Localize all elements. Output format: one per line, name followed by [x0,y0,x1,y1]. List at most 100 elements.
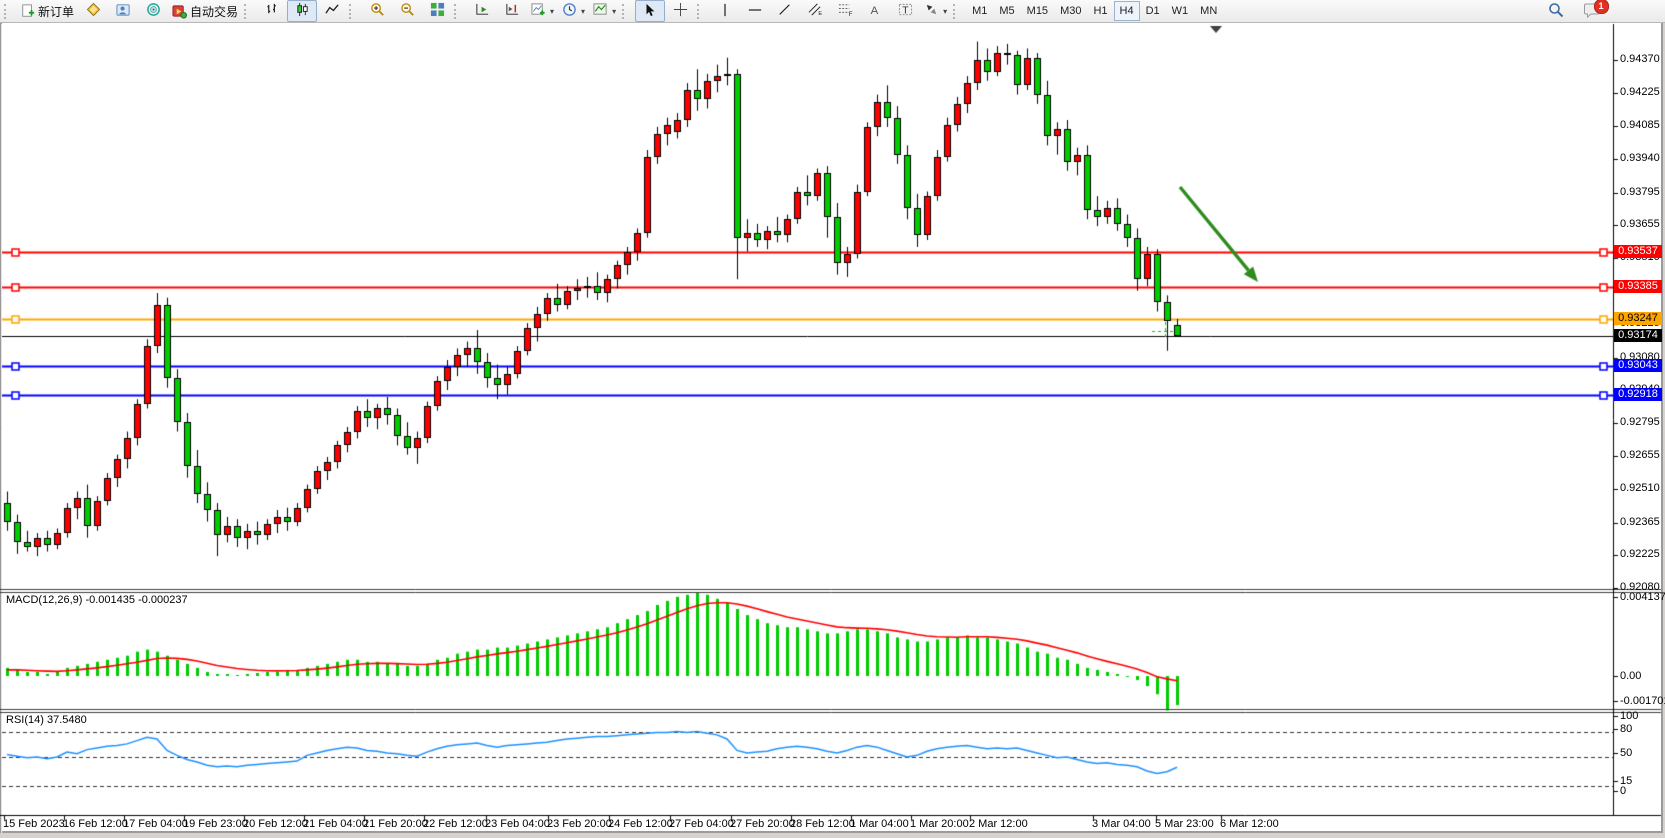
price-tag: 0.92918 [1614,388,1662,401]
price-tag: 0.93043 [1614,359,1662,372]
tf-button-M30[interactable]: M30 [1054,1,1087,21]
time-axis-label: 27 Feb 04:00 [669,818,734,830]
time-axis-label: 1 Mar 20:00 [910,818,969,830]
crosshair-button[interactable] [665,0,695,22]
tf-button-M1[interactable]: M1 [966,1,993,21]
dropdown-arrow-icon: ▾ [943,7,947,16]
tf-button-M5[interactable]: M5 [993,1,1020,21]
svg-text:T: T [902,5,909,16]
auto-scroll-button[interactable] [467,0,497,22]
templates-button[interactable]: ▾ [589,0,620,22]
horizontal-line-icon [748,3,762,20]
arrows-icon [924,2,939,20]
zoom-out-icon [400,2,415,20]
zoom-out-button[interactable] [392,0,422,22]
horizontal-line-button[interactable] [740,0,770,22]
price-axis-label: 0.93940 [1620,152,1660,164]
candlestick-chart-button[interactable] [287,0,317,22]
auto-trading-button[interactable]: 自动交易 [168,0,242,22]
search-icon [1548,2,1564,21]
time-axis-label: 27 Feb 20:00 [730,818,795,830]
search-button[interactable] [1541,0,1571,22]
crosshair-icon [673,2,688,20]
auto-trading-label: 自动交易 [190,3,238,20]
navigator-icon [146,2,161,20]
zoom-in-button[interactable] [362,0,392,22]
tile-windows-button[interactable] [422,0,452,22]
periods-button[interactable]: ▾ [558,0,589,22]
macd-axis-label: 0.004137 [1620,591,1665,603]
candlestick-icon [295,2,310,20]
macd-axis-label: 0.00 [1620,670,1641,682]
new-order-button[interactable]: 新订单 [17,0,78,22]
equidistant-channel-icon: E [808,2,823,20]
price-axis-label: 0.94370 [1620,53,1660,65]
time-axis-label: 17 Feb 04:00 [123,818,188,830]
tf-button-D1[interactable]: D1 [1140,1,1166,21]
line-chart-button[interactable] [317,0,347,22]
equidistant-channel-button[interactable]: E [800,0,830,22]
data-window-icon [116,2,131,20]
tf-button-W1[interactable]: W1 [1166,1,1195,21]
auto-scroll-icon [475,2,490,20]
chart-shift-icon [505,2,520,20]
dropdown-arrow-icon: ▾ [612,7,616,16]
arrows-button[interactable]: ▾ [920,0,951,22]
add-indicator-icon [531,2,546,20]
price-axis-label: 0.92795 [1620,416,1660,428]
data-window-button[interactable] [108,0,138,22]
time-axis-label: 2 Mar 12:00 [969,818,1028,830]
toolbar-grip[interactable] [953,4,962,19]
time-axis-label: 24 Feb 12:00 [608,818,673,830]
bar-chart-button[interactable] [257,0,287,22]
notification-badge: 1 [1594,0,1609,14]
dropdown-arrow-icon: ▾ [550,7,554,16]
time-axis-label: 19 Feb 23:00 [183,818,248,830]
price-axis-label: 0.93795 [1620,186,1660,198]
time-axis-label: 28 Feb 12:00 [790,818,855,830]
price-tag: 0.93247 [1614,312,1662,325]
vertical-line-icon [718,3,732,20]
tf-button-M15[interactable]: M15 [1021,1,1054,21]
fibonacci-button[interactable]: F [830,0,860,22]
svg-text:F: F [848,11,852,17]
toolbar-grip[interactable] [244,4,253,19]
tf-button-MN[interactable]: MN [1194,1,1223,21]
svg-text:A: A [871,4,879,16]
toolbar-grip[interactable] [454,4,463,19]
vertical-line-button[interactable] [710,0,740,22]
macd-indicator-label: MACD(12,26,9) -0.001435 -0.000237 [6,594,188,606]
price-axis-label: 0.92655 [1620,449,1660,461]
trendline-button[interactable] [770,0,800,22]
rsi-axis-label: 50 [1620,747,1632,759]
auto-trading-icon [172,4,187,19]
time-axis-label: 16 Feb 12:00 [63,818,128,830]
chart-shift-button[interactable] [497,0,527,22]
template-icon [593,2,608,20]
chart-canvas[interactable] [0,0,1665,838]
price-axis-label: 0.94225 [1620,86,1660,98]
top-toolbar: 新订单 自动交易 [0,0,1665,23]
tf-button-H1[interactable]: H1 [1087,1,1113,21]
market-watch-button[interactable] [78,0,108,22]
macd-axis-label: -0.001701 [1620,695,1665,707]
text-label-button[interactable]: T [890,0,920,22]
toolbar-grip[interactable] [697,4,706,19]
timeframe-toolbar: M1M5M15M30H1H4D1W1MN [966,1,1223,21]
toolbar-grip[interactable] [349,4,358,19]
time-axis-label: 21 Feb 20:00 [363,818,428,830]
time-axis-label: 15 Feb 2023 [3,818,65,830]
toolbar-grip[interactable] [622,4,631,19]
tf-button-H4[interactable]: H4 [1114,1,1140,21]
line-chart-icon [325,2,340,20]
price-tag: 0.93537 [1614,245,1662,258]
time-axis-label: 23 Feb 04:00 [485,818,550,830]
cursor-button[interactable] [635,0,665,22]
notifications-button[interactable]: 1 [1577,0,1607,22]
indicators-button[interactable]: ▾ [527,0,558,22]
text-button[interactable]: A [860,0,890,22]
navigator-button[interactable] [138,0,168,22]
toolbar-grip[interactable] [4,4,13,19]
time-axis-label: 22 Feb 12:00 [423,818,488,830]
dropdown-arrow-icon: ▾ [581,7,585,16]
